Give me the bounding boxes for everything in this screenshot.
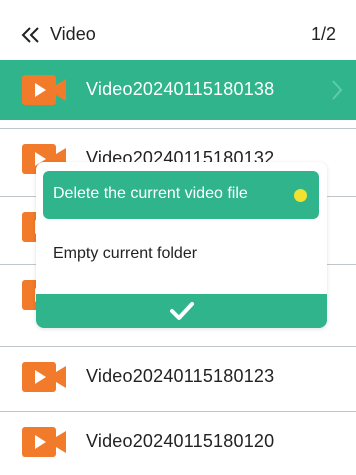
delete-current-video-option[interactable]: Delete the current video file — [43, 171, 319, 219]
options-dialog: Delete the current video file Empty curr… — [36, 162, 327, 328]
empty-folder-option[interactable]: Empty current folder — [43, 231, 319, 279]
option-label: Empty current folder — [53, 245, 198, 262]
video-file-icon — [22, 362, 66, 392]
list-item-label: Video20240115180138 — [86, 79, 275, 99]
chevron-right-icon — [332, 80, 343, 100]
option-label: Delete the current video file — [53, 185, 248, 202]
back-button[interactable] — [18, 22, 44, 48]
checkmark-icon — [169, 302, 194, 320]
video-file-icon — [22, 427, 66, 457]
double-chevron-left-icon — [21, 27, 39, 43]
list-item[interactable]: Video20240115180138 — [0, 60, 356, 120]
list-item[interactable]: Video20240115180120 — [0, 411, 356, 471]
confirm-button[interactable] — [36, 294, 327, 328]
selection-dot-icon — [294, 189, 307, 202]
page-title: Video — [50, 24, 96, 44]
list-item-label: Video20240115180123 — [86, 366, 275, 386]
list-item[interactable]: Video20240115180123 — [0, 346, 356, 406]
video-file-icon — [22, 75, 66, 105]
page-indicator: 1/2 — [310, 24, 336, 44]
list-item-label: Video20240115180120 — [86, 431, 275, 451]
